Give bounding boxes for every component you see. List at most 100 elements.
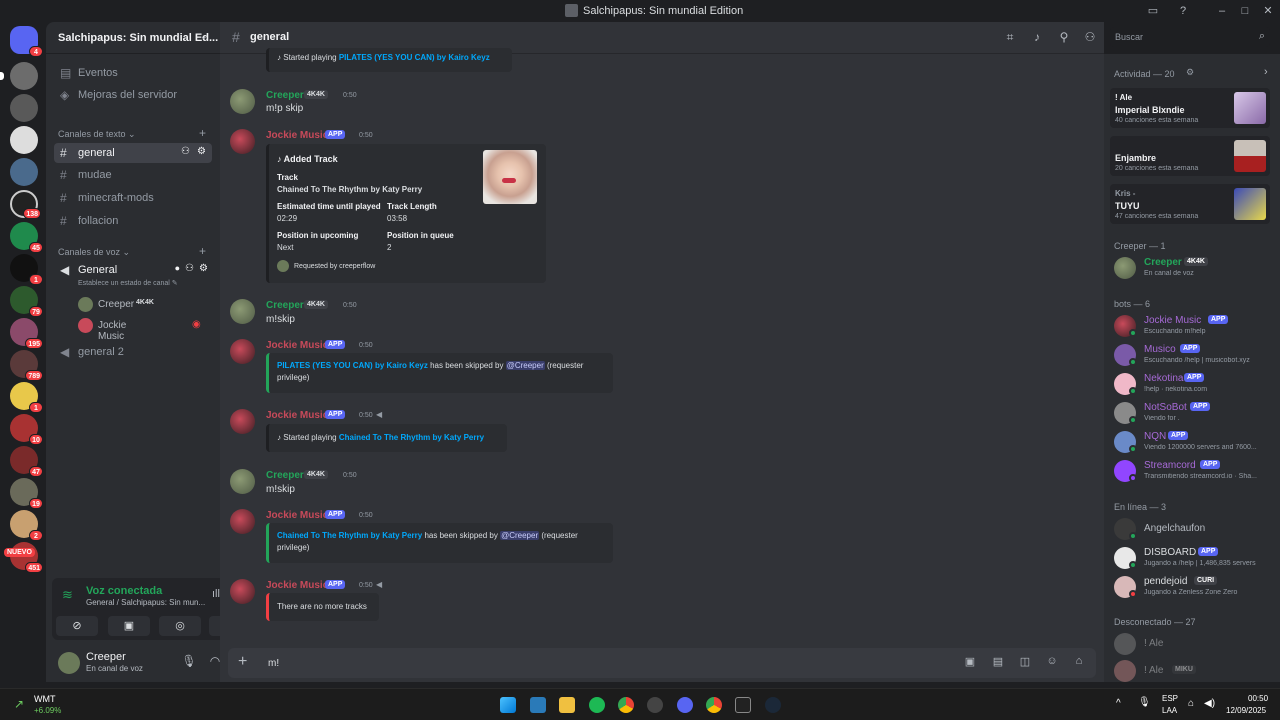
message-author[interactable]: Jockie Music (266, 340, 328, 351)
server-icon[interactable]: 2 (10, 510, 43, 541)
chrome-icon[interactable] (706, 697, 722, 713)
gear-icon[interactable]: ⚙ (1186, 67, 1194, 78)
network-icon[interactable]: ⌂ (1188, 698, 1194, 709)
member-list-icon[interactable]: ⚇ (1082, 30, 1098, 46)
track-link[interactable]: Chained To The Rhythm by Katy Perry (277, 185, 422, 194)
message-author[interactable]: Creeper (266, 90, 304, 101)
voice-status[interactable]: Voz conectada (86, 585, 162, 597)
emoji-icon[interactable]: ☺ (1044, 655, 1060, 671)
stock-icon[interactable]: ↗ (14, 697, 24, 711)
voice-sub[interactable]: General / Salchipapus: Sin mun... (86, 598, 205, 607)
activities-button[interactable]: ◎ (159, 616, 201, 636)
gif-icon[interactable]: ▤ (990, 655, 1006, 671)
apps-icon[interactable]: ⌂ (1071, 655, 1087, 671)
voice-channel-general-2[interactable]: ◀ general 2 (54, 342, 212, 362)
message-composer[interactable]: + m! ▣ ▤ ◫ ☺ ⌂ (228, 648, 1096, 678)
start-icon[interactable] (500, 697, 516, 713)
direct-messages-icon[interactable]: 4 (10, 26, 43, 57)
server-icon[interactable]: 1 (10, 254, 43, 285)
server-icon[interactable] (10, 158, 38, 186)
member-item[interactable]: Creeper 4K4K En canal de voz (1114, 255, 1274, 281)
volume-icon[interactable]: ◀) (1204, 698, 1215, 709)
close-button[interactable]: ✕ (1260, 3, 1276, 19)
chrome-icon[interactable] (618, 697, 634, 713)
member-item[interactable]: Streamcord APP Transmitiendo streamcord.… (1114, 458, 1274, 484)
avatar[interactable] (230, 299, 255, 324)
app-icon[interactable] (647, 697, 663, 713)
member-item[interactable]: DISBOARD APP Jugando a /help | 1,486,835… (1114, 545, 1274, 571)
member-item[interactable]: Angelchaufon (1114, 516, 1274, 542)
server-icon[interactable] (10, 94, 38, 122)
user-mention[interactable]: @Creeper (500, 531, 540, 540)
track-link[interactable]: Chained To The Rhythm by Katy Perry (339, 433, 484, 442)
message-author[interactable]: Jockie Music (266, 510, 328, 521)
server-icon[interactable]: 195 (10, 318, 43, 349)
album-art[interactable] (483, 150, 537, 204)
track-link[interactable]: Chained To The Rhythm by Katy Perry (277, 531, 422, 540)
server-icon[interactable]: 47 (10, 446, 43, 477)
search-input[interactable]: Buscar ⌕ (1110, 27, 1270, 47)
message-author[interactable]: Jockie Music (266, 580, 328, 591)
member-item[interactable]: NotSoBot APP Viendo for . (1114, 400, 1274, 426)
voice-status-hint[interactable]: Establece un estado de canal ✎ (78, 279, 178, 287)
activity-card[interactable]: Enjambre 20 canciones esta semana (1110, 136, 1270, 176)
spotify-icon[interactable] (589, 697, 605, 713)
gift-icon[interactable]: ▣ (962, 655, 978, 671)
chevron-up-icon[interactable]: ^ (1116, 698, 1121, 709)
server-icon[interactable]: 45 (10, 222, 43, 253)
server-icon[interactable]: 789 (10, 350, 43, 381)
composer-input-value[interactable]: m! (268, 658, 279, 669)
inbox-icon[interactable]: ▭ (1145, 3, 1161, 19)
member-item[interactable]: Musico APP Escuchando /help | musicobot.… (1114, 342, 1274, 368)
channel-follacion[interactable]: # follacion (54, 211, 212, 231)
events-item[interactable]: ▤ Eventos (54, 63, 212, 83)
voice-channel-general[interactable]: ◀ General ● ⚇ ⚙ (54, 260, 212, 280)
avatar[interactable] (230, 469, 255, 494)
activity-card[interactable]: ! Ale Imperial Blxndie 40 canciones esta… (1110, 88, 1270, 128)
gear-icon[interactable]: ⚙ (199, 263, 208, 274)
maximize-button[interactable]: □ (1237, 3, 1253, 19)
member-item[interactable]: NQN APP Viendo 1200000 servers and 7600.… (1114, 429, 1274, 455)
channel-general[interactable]: # general ⚇ ⚙ (54, 143, 212, 163)
file-explorer-icon[interactable] (559, 697, 575, 713)
add-attachment-icon[interactable]: + (238, 653, 247, 671)
threads-icon[interactable]: ⌗ (1002, 30, 1018, 46)
server-icon[interactable]: 10 (10, 414, 43, 445)
boost-item[interactable]: ◈ Mejoras del servidor (54, 85, 212, 105)
add-voice-channel-icon[interactable]: + (199, 244, 206, 258)
invite-icon[interactable]: ⚇ (181, 146, 190, 157)
server-icon[interactable]: 1 (10, 382, 43, 413)
chevron-right-icon[interactable]: › (1264, 66, 1268, 78)
channel-minecraft-mods[interactable]: # minecraft-mods (54, 188, 212, 208)
screen-share-button[interactable]: ▣ (108, 616, 150, 636)
minimize-button[interactable]: – (1214, 3, 1230, 19)
member-item[interactable]: Jockie Music APP Escuchando m!help (1114, 313, 1274, 339)
help-icon[interactable]: ? (1175, 3, 1191, 19)
invite-icon[interactable]: ⚇ (185, 263, 194, 274)
avatar[interactable] (230, 579, 255, 604)
microphone-icon[interactable]: 🎙 (180, 654, 198, 672)
member-item[interactable]: Nekotina APP !help · nekotina.com (1114, 371, 1274, 397)
text-category[interactable]: Canales de texto ⌄ (58, 129, 136, 140)
task-view-icon[interactable] (530, 697, 546, 713)
clock-time[interactable]: 00:50 (1248, 694, 1268, 703)
avatar[interactable] (230, 409, 255, 434)
member-item[interactable]: ! Ale (1114, 631, 1274, 657)
member-item[interactable]: pendejoid CURI Jugando a Zenless Zone Ze… (1114, 574, 1274, 600)
avatar[interactable] (230, 339, 255, 364)
widget-name[interactable]: WMT (34, 694, 56, 704)
steam-icon[interactable] (765, 697, 781, 713)
user-mention[interactable]: @Creeper (505, 361, 545, 370)
message-author[interactable]: Creeper (266, 470, 304, 481)
camera-off-button[interactable]: ⊘ (56, 616, 98, 636)
sticker-icon[interactable]: ◫ (1017, 655, 1033, 671)
gear-icon[interactable]: ⚙ (197, 146, 206, 157)
server-icon[interactable] (0, 62, 38, 90)
avatar[interactable] (230, 509, 255, 534)
track-link[interactable]: PILATES (YES YOU CAN) by Kairo Keyz (277, 361, 428, 370)
epic-games-icon[interactable] (735, 697, 751, 713)
avatar[interactable] (230, 89, 255, 114)
server-icon[interactable]: 138 (10, 190, 41, 219)
message-author[interactable]: Jockie Music (266, 410, 328, 421)
server-icon[interactable]: 19 (10, 478, 43, 509)
